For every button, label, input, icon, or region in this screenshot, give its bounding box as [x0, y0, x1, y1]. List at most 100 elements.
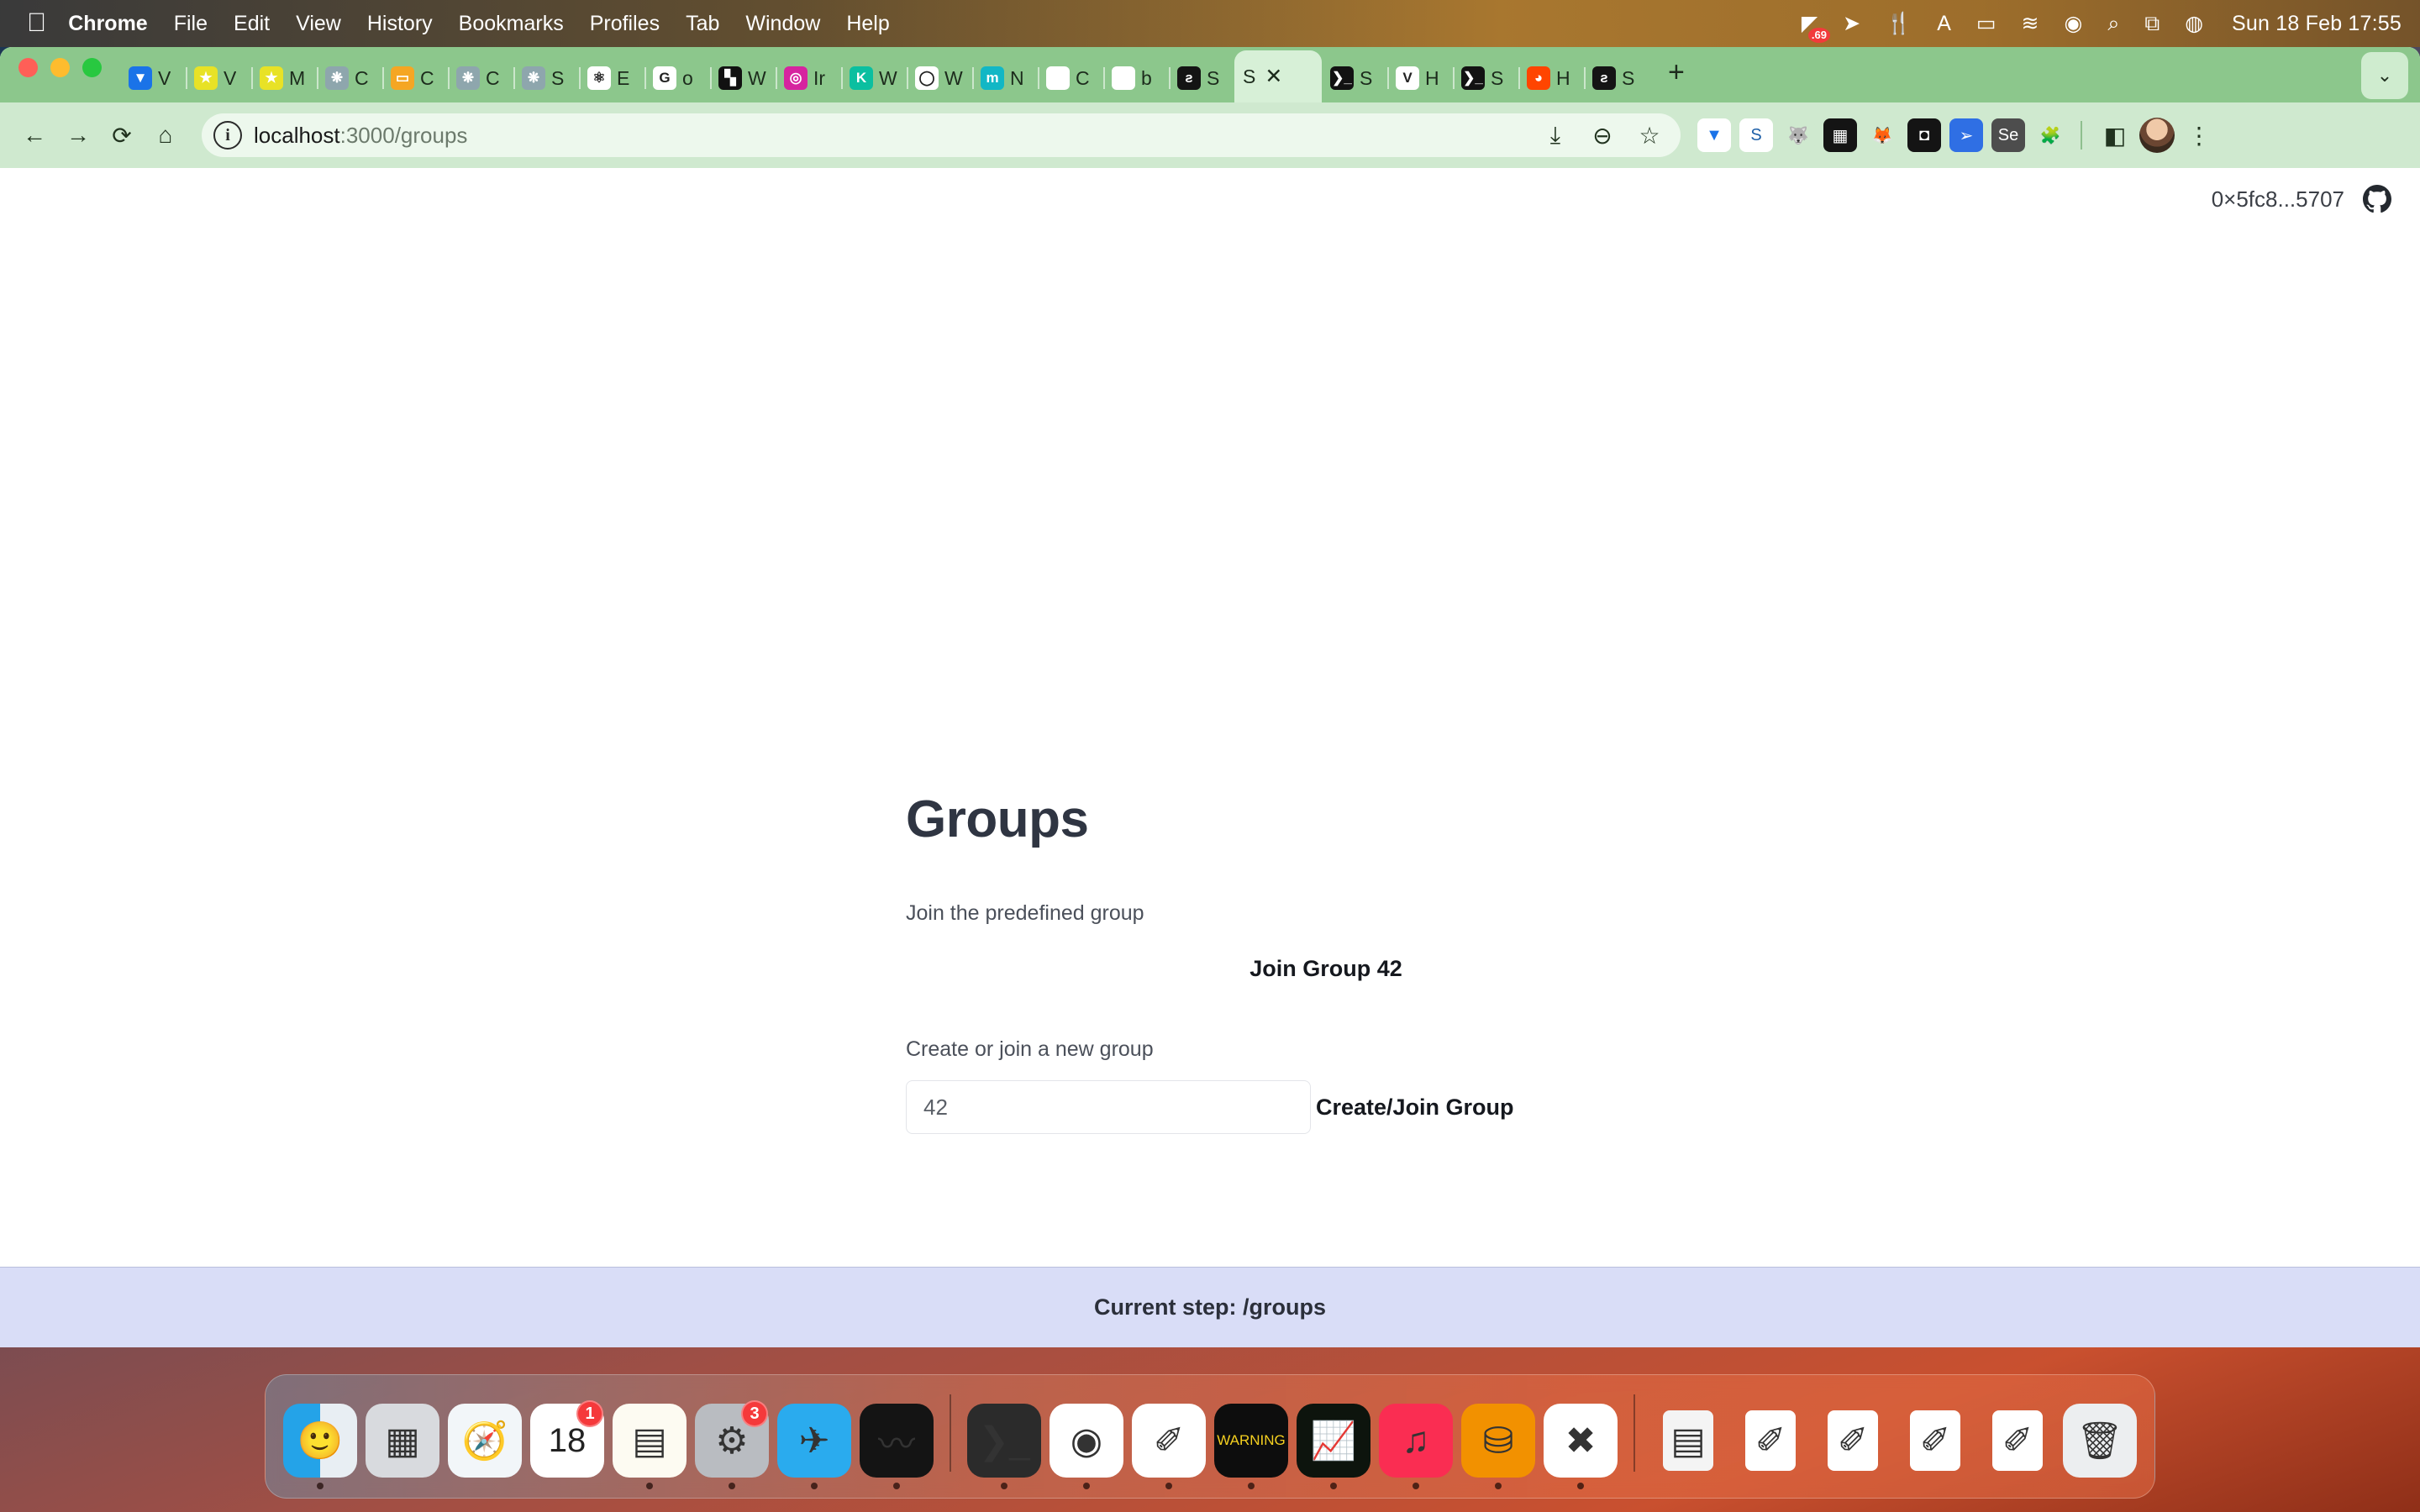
browser-tab[interactable]: ◕ H [1518, 54, 1584, 102]
menu-bar-clock[interactable]: Sun 18 Feb 17:55 [2232, 12, 2402, 36]
maximize-window-button[interactable] [82, 57, 102, 77]
blue-arrow-extension-icon[interactable]: ➢ [1949, 118, 1983, 152]
location-off-icon[interactable]: ➤ [1843, 11, 1860, 36]
document-stack-icon: ▤ [1663, 1410, 1713, 1471]
browser-tab[interactable]: ▭ C [382, 54, 448, 102]
dock-item-telegram[interactable]: ✈ [773, 1399, 855, 1489]
browser-tab[interactable]: ◯ W [907, 54, 972, 102]
siri-icon[interactable]: ◍ [2185, 11, 2203, 36]
dock-item-textedit-document[interactable]: ✐ [1812, 1399, 1894, 1483]
selenium-extension-icon[interactable]: Se [1991, 118, 2025, 152]
chrome-menu-icon[interactable]: ⋮ [2180, 116, 2218, 155]
forward-icon[interactable]: → [59, 116, 97, 155]
new-tab-button[interactable]: + [1649, 56, 1703, 102]
dock-item-safari[interactable]: 🧭 [444, 1399, 526, 1483]
reload-icon[interactable]: ⟳ [103, 116, 141, 155]
menu-item-tab[interactable]: Tab [686, 12, 719, 36]
menu-item-window[interactable]: Window [745, 12, 820, 36]
browser-tab[interactable]: ▚ W [710, 54, 776, 102]
browser-tab[interactable]: ★ V [186, 54, 251, 102]
search-icon[interactable]: ⌕ [2107, 12, 2119, 36]
scribe-extension-icon[interactable]: S [1739, 118, 1773, 152]
dock-item-activity-monitor[interactable]: 📈 [1292, 1399, 1375, 1489]
menu-item-file[interactable]: File [174, 12, 208, 36]
wolf-extension-icon[interactable]: 🐺 [1781, 118, 1815, 152]
browser-tab[interactable]: S ✕ [1234, 50, 1322, 102]
dock-item-music[interactable]: ♫ [1375, 1399, 1457, 1489]
dock-item-system-preferences[interactable]: ⚙ 3 [691, 1399, 773, 1489]
browser-tab[interactable]: b [1103, 54, 1169, 102]
dock-item-google-chrome[interactable]: ◉ [1045, 1399, 1128, 1489]
utensils-icon[interactable]: 🍴 [1886, 12, 1912, 36]
browser-tab[interactable]: C [1038, 54, 1103, 102]
browser-tab[interactable]: ▼ V [120, 54, 186, 102]
dock-item-notes[interactable]: ▤ [608, 1399, 691, 1489]
menu-item-help[interactable]: Help [846, 12, 889, 36]
browser-tab[interactable]: mN [972, 54, 1038, 102]
menu-item-history[interactable]: History [367, 12, 433, 36]
tab-search-button[interactable]: ⌄ [2361, 52, 2408, 99]
dock-item-calendar[interactable]: 18 1 [526, 1399, 608, 1483]
menu-item-bookmarks[interactable]: Bookmarks [459, 12, 564, 36]
wifi-icon[interactable]: ≋ [2022, 11, 2039, 36]
dock-item-trash[interactable]: 🗑 [2059, 1399, 2141, 1483]
bookmark-star-icon[interactable]: ☆ [1630, 116, 1669, 155]
dock-item-voice-memos[interactable]: 〰 [855, 1399, 938, 1489]
keyhole-extension-icon[interactable]: ◘ [1907, 118, 1941, 152]
wallet-address[interactable]: 0×5fc8...5707 [2212, 186, 2344, 213]
browser-tab[interactable]: KW [841, 54, 907, 102]
dock-item-launchpad[interactable]: ▦ [361, 1399, 444, 1483]
apple-icon[interactable]:  [27, 9, 46, 35]
install-app-icon[interactable]: ⤓ [1536, 116, 1575, 155]
metamask-extension-icon[interactable]: 🦊 [1865, 118, 1899, 152]
browser-tab[interactable]: ❋ C [317, 54, 382, 102]
puzzle-extensions-icon[interactable]: 🧩 [2033, 118, 2067, 152]
vite-extension-icon[interactable]: ▼ [1697, 118, 1731, 152]
dock-item-visual-studio-code[interactable]: ✖ [1539, 1399, 1622, 1489]
user-account-icon[interactable]: ◉ [2065, 11, 2083, 36]
group-id-input[interactable] [906, 1080, 1311, 1134]
browser-tab[interactable]: ƨS [1584, 54, 1649, 102]
dock-item-watch-warning[interactable]: WARNING [1210, 1399, 1292, 1489]
menu-item-view[interactable]: View [296, 12, 341, 36]
minimize-window-button[interactable] [50, 57, 70, 77]
side-panel-icon[interactable]: ◧ [2096, 116, 2134, 155]
close-window-button[interactable] [18, 57, 38, 77]
dock-item-textedit-document[interactable]: ✐ [1976, 1399, 2059, 1483]
browser-tab[interactable]: Go [644, 54, 710, 102]
profile-avatar[interactable] [2139, 118, 2175, 153]
browser-tab[interactable]: ❯_ S [1322, 54, 1387, 102]
github-icon[interactable] [2363, 185, 2391, 213]
close-tab-icon[interactable]: ✕ [1265, 64, 1282, 89]
control-center-icon[interactable]: ⧉ [2144, 12, 2160, 36]
menu-item-chrome[interactable]: Chrome [68, 12, 147, 36]
menu-item-edit[interactable]: Edit [234, 12, 270, 36]
zoom-out-icon[interactable]: ⊖ [1583, 116, 1622, 155]
browser-tab[interactable]: VH [1387, 54, 1453, 102]
dock-item-terminal[interactable]: ❯_ [963, 1399, 1045, 1489]
browser-tab[interactable]: ❋ C [448, 54, 513, 102]
dock-item-document-stack[interactable]: ▤ [1647, 1399, 1729, 1483]
dock-item-textedit-document[interactable]: ✐ [1729, 1399, 1812, 1483]
browser-tab[interactable]: ƨS [1169, 54, 1234, 102]
dock-item-textedit-document[interactable]: ✐ [1894, 1399, 1976, 1483]
stats-icon[interactable]: ◤ .69 [1802, 11, 1830, 43]
browser-tab[interactable]: ❯_ S [1453, 54, 1518, 102]
site-info-icon[interactable]: i [213, 121, 242, 150]
input-source-icon[interactable]: A [1937, 12, 1951, 36]
menu-item-profiles[interactable]: Profiles [590, 12, 660, 36]
browser-tab[interactable]: ★ M [251, 54, 317, 102]
dock-item-textedit[interactable]: ✐ [1128, 1399, 1210, 1489]
address-bar[interactable]: i localhost:3000/groups ⤓ ⊖ ☆ [202, 113, 1681, 157]
dock-item-orange-flowchart-app[interactable]: ⛁ [1457, 1399, 1539, 1489]
create-join-group-button[interactable]: Create/Join Group [1316, 1095, 1514, 1121]
browser-tab[interactable]: ⚛ E [579, 54, 644, 102]
back-icon[interactable]: ← [15, 116, 54, 155]
dark-grid-extension-icon[interactable]: ▦ [1823, 118, 1857, 152]
browser-tab[interactable]: ❋ S [513, 54, 579, 102]
home-icon[interactable]: ⌂ [146, 116, 185, 155]
browser-tab[interactable]: ◎ Ir [776, 54, 841, 102]
battery-icon[interactable]: ▭ [1976, 11, 1996, 36]
dock-item-finder[interactable]: 🙂 [279, 1399, 361, 1489]
join-group-button[interactable]: Join Group 42 [906, 956, 1746, 982]
